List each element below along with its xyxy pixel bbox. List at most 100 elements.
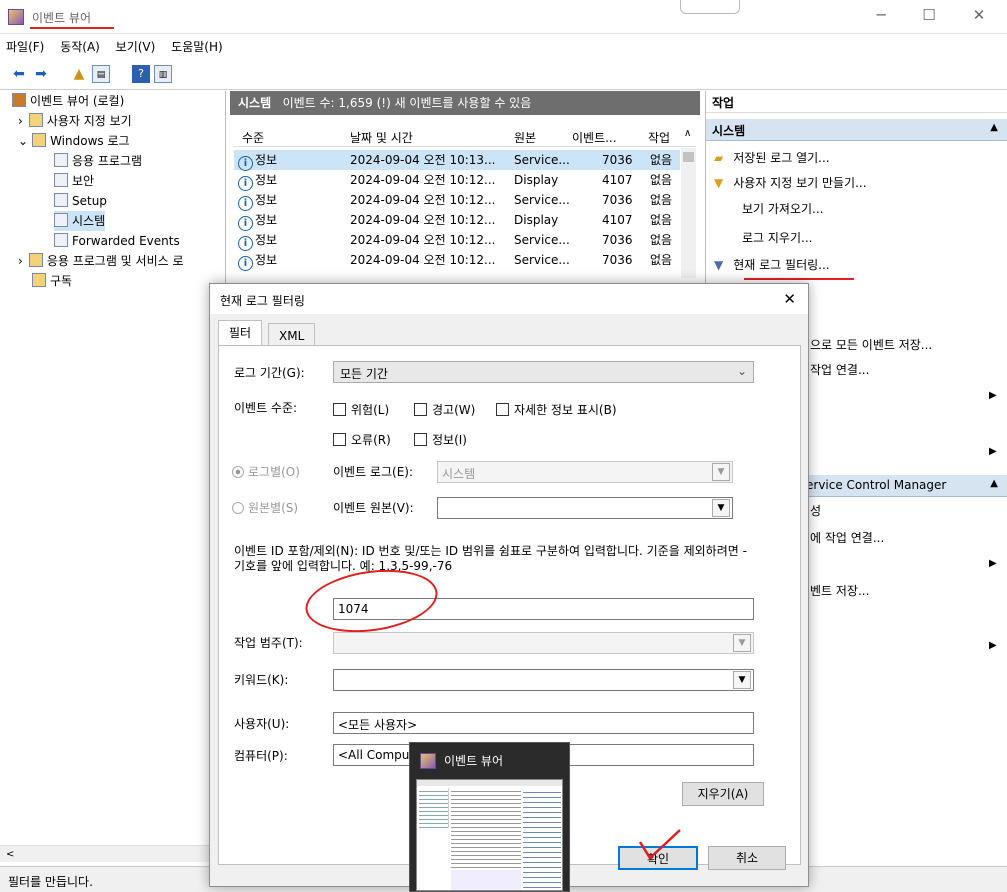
collapse-section-icon[interactable]: ▲ <box>990 122 998 133</box>
col-source[interactable]: 원본 <box>514 129 536 146</box>
submenu-arrow-icon[interactable]: ▶ <box>989 640 997 651</box>
action-attach-task-partial[interactable]: 작업 연결... <box>810 359 869 381</box>
collapse-section-icon[interactable]: ▲ <box>990 478 998 489</box>
annotation-underline <box>30 27 114 29</box>
radio-by-source[interactable]: 원본별(S) <box>232 499 298 516</box>
filter-icon: ▼ <box>714 176 724 190</box>
clear-button[interactable]: 지우기(A) <box>682 782 764 806</box>
folder-icon <box>32 133 47 147</box>
tree-item-windows-logs[interactable]: ⌄ Windows 로그 <box>18 131 130 151</box>
menu-action[interactable]: 동작(A) <box>54 34 106 59</box>
action-save-all-events-partial[interactable]: 으로 모든 이벤트 저장... <box>810 334 932 356</box>
tree-item-app-services[interactable]: › 응용 프로그램 및 서비스 로 <box>18 251 184 271</box>
menu-view[interactable]: 보기(V) <box>110 34 162 59</box>
navigation-tree: 이벤트 뷰어 (로컬) › 사용자 지정 보기 ⌄ Windows 로그 응용 프로… <box>0 91 226 872</box>
event-log-select[interactable]: 시스템 ▼ <box>437 461 733 483</box>
annotation-checkmark <box>638 829 681 860</box>
expand-icon[interactable]: › <box>18 254 23 268</box>
tree-horizontal-scrollbar[interactable]: < <box>0 845 226 862</box>
tree-item-setup[interactable]: Setup <box>54 191 107 211</box>
tablet-handle[interactable] <box>680 0 740 14</box>
tree-item-forwarded-events[interactable]: Forwarded Events <box>54 231 180 251</box>
event-level-label: 이벤트 수준: <box>234 401 298 415</box>
action-filter-current-log[interactable]: ▼ 현재 로그 필터링... <box>714 254 830 276</box>
dropdown-arrow-icon[interactable]: ▼ <box>712 463 730 481</box>
col-event-id[interactable]: 이벤트... <box>572 129 617 146</box>
scroll-up-icon[interactable]: ∧ <box>684 128 691 139</box>
action-open-saved-log[interactable]: ▰ 저장된 로그 열기... <box>714 147 830 169</box>
close-icon[interactable]: ✕ <box>964 6 994 24</box>
task-category-select[interactable]: ▼ <box>333 632 754 654</box>
table-row[interactable]: i 정보 2024-09-04 오전 10:12... Service... 70… <box>234 230 680 251</box>
menu-file[interactable]: 파일(F) <box>0 34 50 59</box>
col-datetime[interactable]: 날짜 및 시간 <box>350 129 413 146</box>
collapse-icon[interactable]: ⌄ <box>18 134 28 148</box>
action-save-selected-partial[interactable]: 벤트 저장... <box>810 580 869 602</box>
scroll-left-icon[interactable]: < <box>0 849 14 860</box>
tab-filter[interactable]: 필터 <box>218 320 263 347</box>
actions-section-system[interactable]: 시스템 ▲ <box>706 119 1007 141</box>
tree-item-custom-views[interactable]: › 사용자 지정 보기 <box>18 111 132 131</box>
info-icon: i <box>238 176 253 191</box>
table-row[interactable]: i 정보 2024-09-04 오전 10:13... Service... 70… <box>234 150 680 171</box>
checkbox-box[interactable] <box>333 433 346 446</box>
info-icon: i <box>238 256 253 271</box>
show-action-pane-icon[interactable]: ▥ <box>154 65 172 83</box>
tab-xml[interactable]: XML <box>268 323 316 346</box>
event-grid-header: 수준 날짜 및 시간 원본 이벤트... 작업 ∧ <box>234 125 696 147</box>
action-properties-partial[interactable]: 성 <box>810 500 821 522</box>
dropdown-arrow-icon[interactable]: ▼ <box>712 499 730 517</box>
tree-item-application[interactable]: 응용 프로그램 <box>54 151 142 171</box>
minimize-icon[interactable]: ─ <box>866 6 896 24</box>
dropdown-arrow-icon[interactable]: ▼ <box>733 671 751 689</box>
dialog-title: 현재 로그 필터링 <box>220 294 305 308</box>
tree-item-security[interactable]: 보안 <box>54 171 94 191</box>
submenu-arrow-icon[interactable]: ▶ <box>989 446 997 457</box>
tree-item-root[interactable]: 이벤트 뷰어 (로컬) <box>12 91 124 111</box>
col-task[interactable]: 작업 <box>648 129 670 146</box>
keyword-select[interactable]: ▼ <box>333 669 754 691</box>
up-folder-icon[interactable]: ▲ <box>70 65 88 83</box>
user-input[interactable]: <모든 사용자> <box>333 712 754 734</box>
help-icon[interactable]: ? <box>132 65 150 83</box>
menu-help[interactable]: 도움말(H) <box>165 34 229 59</box>
cancel-button[interactable]: 취소 <box>708 846 786 870</box>
table-row[interactable]: i 정보 2024-09-04 오전 10:12... Service... 70… <box>234 190 680 211</box>
checkbox-box[interactable] <box>414 433 427 446</box>
action-create-custom-view[interactable]: ▼ 사용자 지정 보기 만들기... <box>714 172 867 194</box>
table-row[interactable]: i 정보 2024-09-04 오전 10:12... Service... 70… <box>234 250 680 271</box>
checkbox-critical[interactable]: 위험(L) <box>333 401 389 418</box>
checkbox-box[interactable] <box>496 403 509 416</box>
taskbar-thumbnail[interactable]: 이벤트 뷰어 <box>409 742 570 892</box>
forward-arrow-icon[interactable]: ➡ <box>32 65 50 83</box>
radio-by-log[interactable]: 로그별(O) <box>232 463 300 480</box>
show-hide-tree-icon[interactable]: ▤ <box>92 65 110 83</box>
maximize-icon[interactable]: ☐ <box>914 6 944 24</box>
table-row[interactable]: i 정보 2024-09-04 오전 10:12... Display 4107 … <box>234 210 680 231</box>
tree-item-system[interactable]: 시스템 <box>54 211 106 231</box>
log-period-select[interactable]: 모든 기간 ⌄ <box>333 361 754 383</box>
action-import-view[interactable]: 보기 가져오기... <box>742 198 824 220</box>
action-attach-task-event-partial[interactable]: 에 작업 연결... <box>810 527 884 549</box>
submenu-arrow-icon[interactable]: ▶ <box>989 558 997 569</box>
submenu-arrow-icon[interactable]: ▶ <box>989 390 997 401</box>
checkbox-error[interactable]: 오류(R) <box>333 431 391 448</box>
checkbox-verbose[interactable]: 자세한 정보 표시(B) <box>496 401 617 418</box>
table-row[interactable]: i 정보 2024-09-04 오전 10:12... Display 4107 … <box>234 170 680 191</box>
radio-button[interactable] <box>232 502 244 514</box>
event-source-select[interactable]: ▼ <box>437 497 733 519</box>
event-grid-scrollbar[interactable] <box>681 148 696 278</box>
dropdown-arrow-icon[interactable]: ▼ <box>733 634 751 652</box>
back-arrow-icon[interactable]: ⬅ <box>10 65 28 83</box>
radio-button[interactable] <box>232 466 244 478</box>
dialog-close-icon[interactable]: ✕ <box>783 290 796 308</box>
checkbox-box[interactable] <box>333 403 346 416</box>
event-source-label: 이벤트 원본(V): <box>333 501 414 515</box>
action-clear-log[interactable]: 로그 지우기... <box>742 227 812 249</box>
checkbox-warning[interactable]: 경고(W) <box>414 401 475 418</box>
expand-icon[interactable]: › <box>18 114 23 128</box>
tree-item-subscriptions[interactable]: 구독 <box>32 271 72 291</box>
col-level[interactable]: 수준 <box>242 129 264 146</box>
checkbox-information[interactable]: 정보(I) <box>414 431 467 448</box>
checkbox-box[interactable] <box>414 403 427 416</box>
